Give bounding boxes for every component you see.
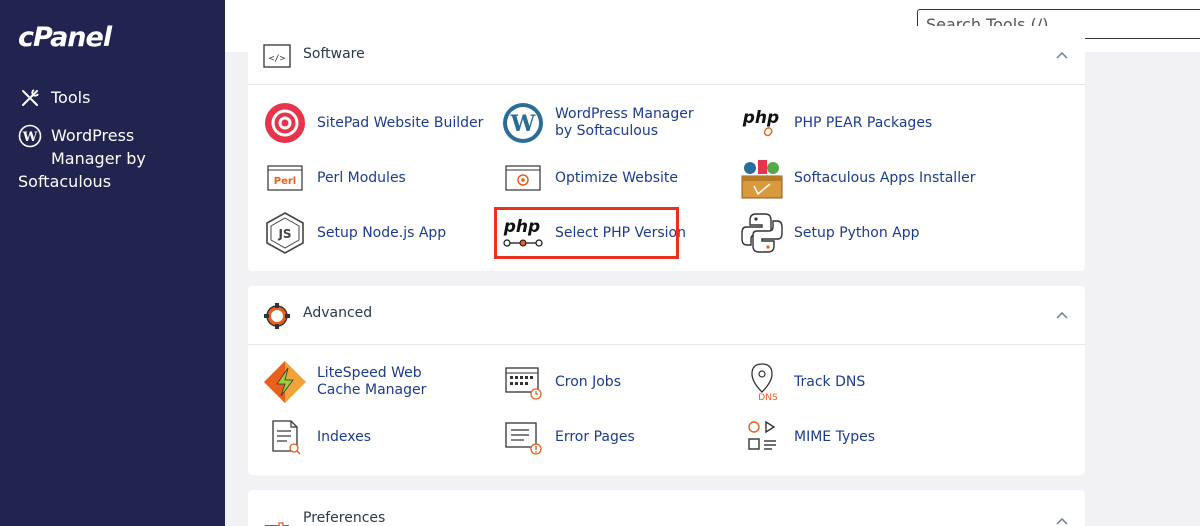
document-search-icon: [263, 415, 307, 459]
svg-text:php: php: [742, 108, 779, 128]
svg-text:JS: JS: [277, 227, 291, 241]
tool-wordpress-manager[interactable]: W WordPress Manager by Softaculous: [501, 100, 715, 146]
tool-indexes[interactable]: Indexes: [263, 414, 371, 460]
wordpress-icon: W: [18, 124, 42, 147]
svg-text:DNS: DNS: [758, 393, 778, 403]
sidebar-item-label: Tools: [51, 88, 91, 107]
tool-error-pages[interactable]: Error Pages: [501, 414, 635, 460]
svg-text:W: W: [510, 111, 536, 137]
svg-text:Perl: Perl: [274, 176, 296, 187]
litespeed-icon: [263, 360, 307, 404]
sliders-icon: [263, 506, 291, 526]
panel-header[interactable]: Advanced: [248, 286, 1085, 345]
nodejs-icon: JS: [263, 211, 307, 255]
sidebar-item-wordpress-manager[interactable]: W WordPress Manager by: [18, 124, 218, 170]
tool-mime-types[interactable]: MIME Types: [740, 414, 875, 460]
panel-header[interactable]: </> Software: [248, 26, 1085, 85]
chevron-up-icon[interactable]: [1055, 514, 1069, 526]
panel-title: Preferences: [303, 510, 386, 526]
sitepad-icon: [263, 101, 307, 145]
tool-sitepad-website-builder[interactable]: SitePad Website Builder: [263, 100, 483, 146]
tool-litespeed-web-cache-manager[interactable]: LiteSpeed Web Cache Manager: [263, 359, 467, 405]
tool-setup-nodejs-app[interactable]: JS Setup Node.js App: [263, 210, 446, 256]
sidebar-item-label: WordPress Manager by: [51, 126, 146, 168]
python-icon: [740, 211, 784, 255]
panel-header[interactable]: Preferences: [248, 490, 1085, 526]
tool-php-pear-packages[interactable]: php PHP PEAR Packages: [740, 100, 932, 146]
tool-perl-modules[interactable]: Perl Perl Modules: [263, 155, 406, 201]
tool-track-dns[interactable]: DNS Track DNS: [740, 359, 865, 405]
chevron-up-icon[interactable]: [1055, 308, 1069, 322]
svg-text:</>: </>: [269, 54, 286, 64]
softaculous-box-icon: [740, 156, 784, 200]
tool-optimize-website[interactable]: Optimize Website: [501, 155, 678, 201]
mime-shapes-icon: [740, 415, 784, 459]
preferences-panel: Preferences: [248, 490, 1085, 526]
perl-icon: Perl: [263, 156, 307, 200]
tool-setup-python-app[interactable]: Setup Python App: [740, 210, 920, 256]
sidebar-item-tools[interactable]: Tools: [18, 86, 90, 109]
sidebar: cPanel Tools W WordPress Manager by Soft…: [0, 0, 225, 526]
location-pin-icon: DNS: [740, 360, 784, 404]
sidebar-item-label: Softaculous: [18, 172, 112, 191]
chevron-up-icon[interactable]: [1055, 48, 1069, 62]
code-icon: </>: [263, 42, 291, 70]
optimize-gear-icon: [501, 156, 545, 200]
calendar-clock-icon: [501, 360, 545, 404]
svg-text:W: W: [22, 130, 38, 145]
gear-icon: [263, 302, 291, 330]
tools-icon: [18, 86, 42, 109]
panel-title: Advanced: [303, 305, 373, 321]
cpanel-logo[interactable]: cPanel: [18, 22, 112, 53]
panel-title: Software: [303, 46, 365, 62]
tool-softaculous-apps-installer[interactable]: Softaculous Apps Installer: [740, 155, 975, 201]
wordpress-icon: W: [501, 101, 545, 145]
tool-cron-jobs[interactable]: Cron Jobs: [501, 359, 621, 405]
php-pear-icon: php: [740, 101, 784, 145]
error-page-icon: [501, 415, 545, 459]
highlight-select-php-version: [494, 207, 679, 259]
